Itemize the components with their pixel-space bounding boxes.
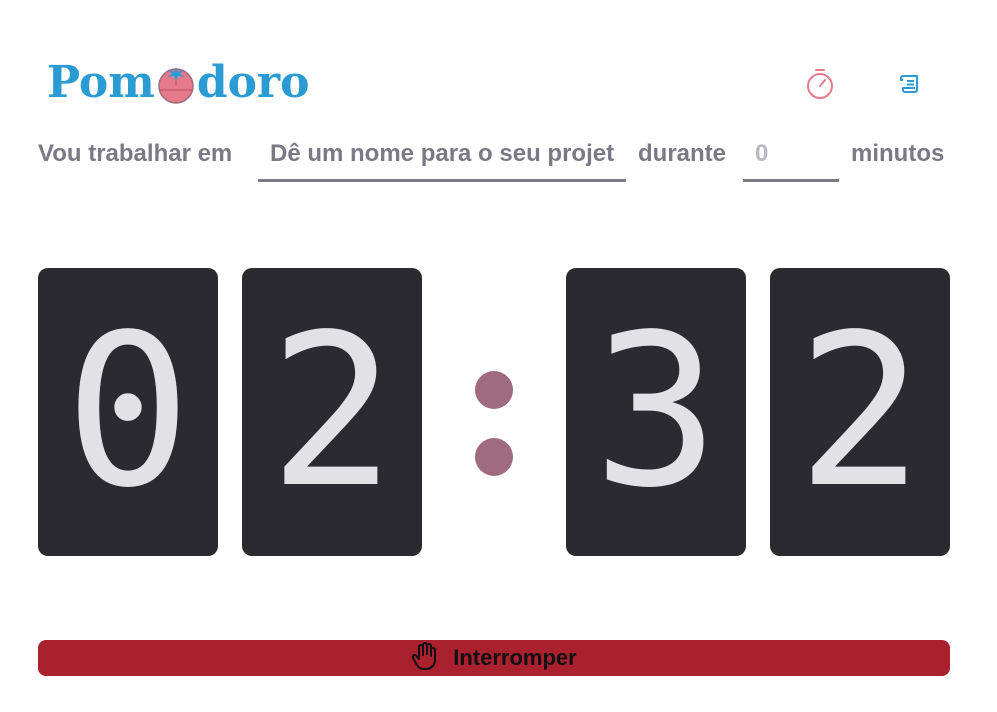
task-duration-label: durante <box>638 140 727 167</box>
project-name-input[interactable] <box>258 128 626 182</box>
minutes-tens-digit: 0 <box>38 268 218 556</box>
minutes-ones-digit: 2 <box>242 268 422 556</box>
logo-text-left: Pom <box>47 56 155 108</box>
header-nav <box>800 64 930 104</box>
timer-separator <box>475 371 513 476</box>
task-prefix-label: Vou trabalhar em <box>38 140 233 167</box>
separator-dot-top <box>475 371 513 409</box>
hand-palm-icon <box>411 641 439 676</box>
seconds-tens-digit: 3 <box>566 268 746 556</box>
countdown-timer: 0 2 3 2 <box>38 268 950 556</box>
minutes-input[interactable] <box>743 128 839 182</box>
separator-dot-bottom <box>475 438 513 476</box>
logo-text-right: doro <box>196 56 310 108</box>
task-suffix-label: minutos <box>851 140 945 167</box>
tomato-icon <box>156 64 196 104</box>
history-scroll-icon[interactable] <box>890 64 930 104</box>
interrupt-button-label: Interromper <box>453 645 577 670</box>
app-logo: Pom doro <box>47 52 309 112</box>
timer-icon[interactable] <box>800 64 840 104</box>
interrupt-button[interactable]: Interromper <box>38 640 950 676</box>
pomodoro-app: Pom doro Vou trabalhar em Dê um nome par… <box>0 0 997 712</box>
task-form: Vou trabalhar em durante minutos <box>38 128 950 184</box>
seconds-ones-digit: 2 <box>770 268 950 556</box>
